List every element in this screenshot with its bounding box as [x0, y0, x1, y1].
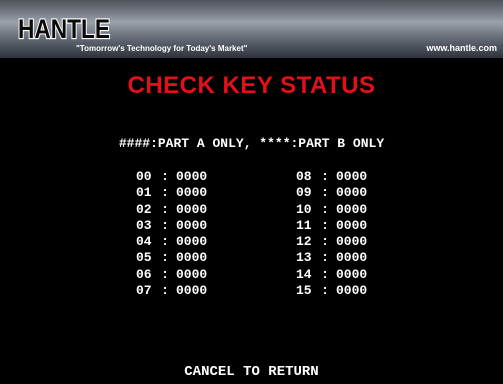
key-separator: : — [161, 234, 169, 250]
key-value: 0000 — [176, 185, 208, 201]
key-row: 14:0000 — [296, 267, 367, 283]
key-separator: : — [161, 185, 169, 201]
key-row: 02:0000 — [136, 202, 207, 218]
key-row: 15:0000 — [296, 283, 367, 299]
header-tagline: "Tomorrow's Technology for Today's Marke… — [76, 44, 248, 53]
key-value: 0000 — [336, 201, 368, 217]
key-separator: : — [161, 266, 169, 282]
key-row: 10:0000 — [296, 202, 367, 218]
key-number: 10 — [296, 201, 312, 217]
key-separator: : — [161, 250, 169, 266]
key-value: 0000 — [336, 266, 368, 282]
key-number: 07 — [136, 283, 152, 299]
key-row: 11:0000 — [296, 218, 367, 234]
key-separator: : — [161, 217, 169, 233]
key-separator: : — [321, 217, 329, 233]
key-separator: : — [321, 250, 329, 266]
key-value: 0000 — [176, 217, 208, 233]
logo-text: HANTLE — [18, 14, 110, 43]
key-number: 11 — [296, 217, 312, 233]
key-separator: : — [321, 283, 329, 299]
page-title: CHECK KEY STATUS — [127, 72, 376, 99]
key-row: 12:0000 — [296, 234, 367, 250]
key-number: 05 — [136, 250, 152, 266]
key-number: 01 — [136, 185, 152, 201]
key-value: 0000 — [336, 250, 368, 266]
key-row: 01:0000 — [136, 185, 207, 201]
key-separator: : — [321, 201, 329, 217]
key-value: 0000 — [176, 283, 208, 299]
key-number: 13 — [296, 250, 312, 266]
key-legend: ####:PART A ONLY, ****:PART B ONLY — [118, 136, 385, 151]
key-value: 0000 — [176, 250, 208, 266]
key-number: 02 — [136, 201, 152, 217]
key-row: 08:0000 — [296, 169, 367, 185]
key-row: 05:0000 — [136, 250, 207, 266]
key-separator: : — [161, 169, 169, 184]
key-value: 0000 — [176, 234, 208, 250]
key-value: 0000 — [336, 283, 368, 299]
key-separator: : — [321, 185, 329, 201]
key-separator: : — [161, 283, 169, 299]
key-number: 09 — [296, 185, 312, 201]
key-number: 06 — [136, 266, 152, 282]
header-website: www.hantle.com — [426, 43, 497, 53]
key-value: 0000 — [176, 201, 208, 217]
key-row: 06:0000 — [136, 267, 207, 283]
key-row: 03:0000 — [136, 218, 207, 234]
key-number: 12 — [296, 234, 312, 250]
key-value: 0000 — [336, 217, 368, 233]
key-value: 0000 — [336, 185, 368, 201]
key-separator: : — [321, 266, 329, 282]
key-list-left: 00:0000 01:0000 02:0000 03:0000 04:0000 05:00… — [136, 169, 207, 299]
key-number: 04 — [136, 234, 152, 250]
key-number: 00 — [136, 169, 152, 184]
key-value: 0000 — [336, 234, 368, 250]
key-number: 15 — [296, 283, 312, 299]
key-row: 00:0000 — [136, 169, 207, 185]
cancel-prompt: CANCEL TO RETURN — [184, 364, 319, 380]
key-row: 09:0000 — [296, 185, 367, 201]
key-row: 04:0000 — [136, 234, 207, 250]
key-row: 07:0000 — [136, 283, 207, 299]
key-number: 03 — [136, 217, 152, 233]
key-number: 14 — [296, 266, 312, 282]
key-number: 08 — [296, 169, 312, 184]
key-value: 0000 — [176, 266, 208, 282]
key-value: 0000 — [176, 169, 208, 184]
key-separator: : — [161, 201, 169, 217]
key-separator: : — [321, 169, 329, 184]
key-separator: : — [321, 234, 329, 250]
key-row: 13:0000 — [296, 250, 367, 266]
key-list-right: 08:0000 09:0000 10:0000 11:0000 12:0000 13:00… — [296, 169, 367, 299]
hantle-logo: HANTLE — [17, 13, 111, 43]
header-banner: HANTLE "Tomorrow's Technology for Today'… — [0, 0, 503, 58]
key-value: 0000 — [336, 169, 368, 184]
